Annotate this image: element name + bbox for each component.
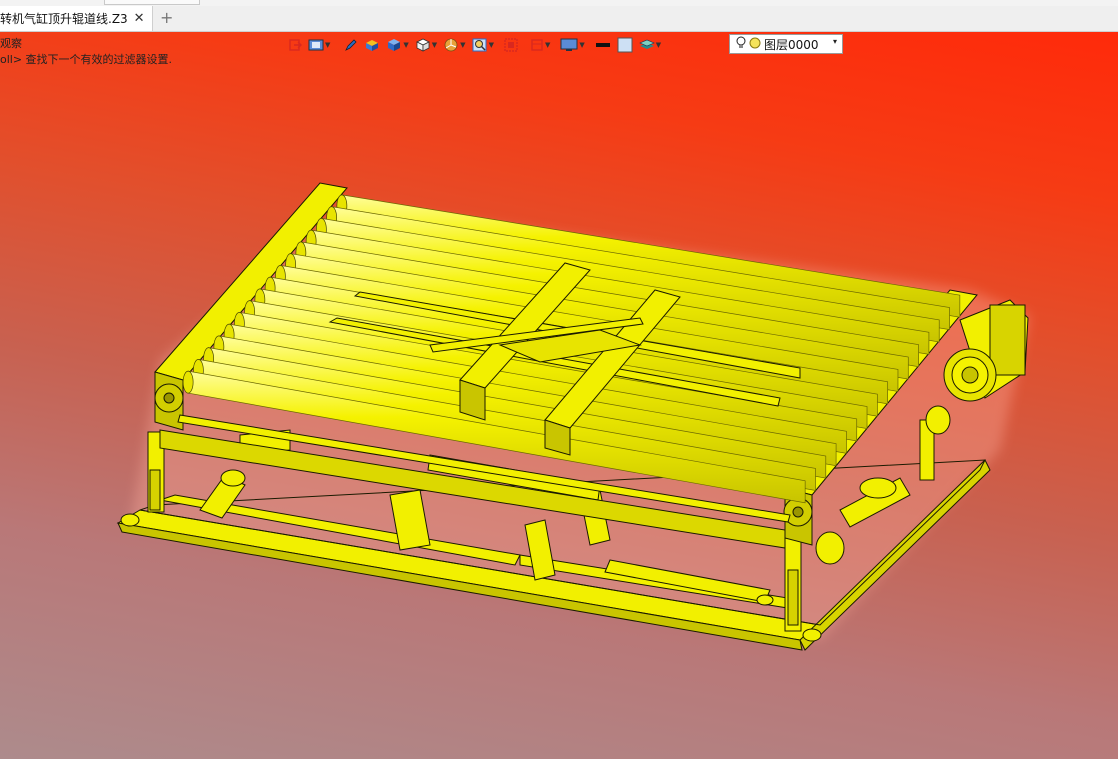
close-icon[interactable]: ✕: [134, 11, 145, 26]
cad-app-window: 转机气缸顶升辊道线.Z3 ✕ + 观察 oll> 查找下一个有效的过滤器设置. …: [0, 0, 1118, 759]
3d-viewport[interactable]: 观察 oll> 查找下一个有效的过滤器设置. ▼ ▼ ▼ ▼ ▼ ▼ ▼ ▼ 图…: [0, 32, 1118, 759]
document-tab-bar: 转机气缸顶升辊道线.Z3 ✕ +: [0, 6, 1118, 32]
roller-conveyor-model[interactable]: [0, 32, 1118, 759]
document-tab-title: 转机气缸顶升辊道线.Z3: [0, 12, 128, 26]
document-tab[interactable]: 转机气缸顶升辊道线.Z3 ✕: [0, 6, 153, 31]
title-input-sliver[interactable]: [104, 0, 200, 5]
add-tab-icon[interactable]: +: [160, 8, 173, 27]
roller-end: [182, 370, 194, 394]
